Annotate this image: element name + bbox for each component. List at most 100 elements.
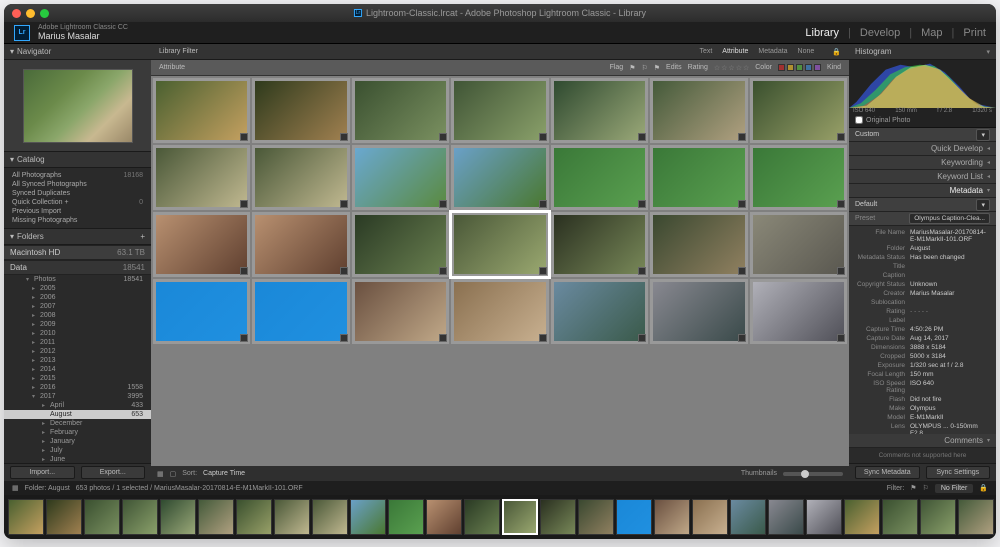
star-icon[interactable]: ☆ xyxy=(728,64,734,72)
star-icon[interactable]: ☆ xyxy=(743,64,749,72)
filmstrip-thumb[interactable] xyxy=(958,499,994,535)
thumbnail-slider[interactable] xyxy=(783,472,843,476)
catalog-row[interactable]: All Synced Photographs xyxy=(4,180,151,189)
catalog-row[interactable]: Missing Photographs xyxy=(4,216,151,225)
grid-cell[interactable] xyxy=(252,78,349,143)
grid-area[interactable] xyxy=(151,76,849,466)
folder-row[interactable]: August653 xyxy=(4,410,151,419)
filmstrip-thumb[interactable] xyxy=(388,499,424,535)
close-icon[interactable] xyxy=(12,9,21,18)
grid-cell[interactable] xyxy=(551,78,648,143)
grid-cell[interactable] xyxy=(352,212,449,277)
import-button[interactable]: Import... xyxy=(10,466,75,479)
filter-metadata[interactable]: Metadata xyxy=(758,48,787,55)
folder-row[interactable]: ▾Photos18541 xyxy=(4,275,151,284)
color-purple[interactable] xyxy=(814,64,821,71)
flag-rejected-icon[interactable]: ⚑ xyxy=(654,64,660,72)
grid-cell[interactable] xyxy=(650,78,747,143)
grid-cell[interactable] xyxy=(252,212,349,277)
module-develop[interactable]: Develop xyxy=(860,27,900,39)
grid-cell[interactable] xyxy=(252,145,349,210)
grid-cell[interactable] xyxy=(352,279,449,344)
color-blue[interactable] xyxy=(805,64,812,71)
grid-cell[interactable] xyxy=(451,279,548,344)
keyword-list-head[interactable]: Keyword List◂ xyxy=(849,170,996,184)
filmstrip-thumb[interactable] xyxy=(46,499,82,535)
folder-row[interactable]: ▸2009 xyxy=(4,320,151,329)
filmstrip-thumb[interactable] xyxy=(464,499,500,535)
grid-cell[interactable] xyxy=(252,279,349,344)
grid-cell[interactable] xyxy=(750,279,847,344)
module-print[interactable]: Print xyxy=(963,27,986,39)
maximize-icon[interactable] xyxy=(40,9,49,18)
metadata-preset-row[interactable]: PresetOlympus Caption-Clea... xyxy=(849,212,996,226)
catalog-row[interactable]: Synced Duplicates xyxy=(4,189,151,198)
grid-cell[interactable] xyxy=(650,145,747,210)
filmstrip[interactable] xyxy=(4,495,996,539)
grid-cell[interactable] xyxy=(153,212,250,277)
no-filter-chip[interactable]: No Filter xyxy=(935,484,973,493)
export-button[interactable]: Export... xyxy=(81,466,146,479)
grid-cell[interactable] xyxy=(153,145,250,210)
grid-cell[interactable] xyxy=(750,145,847,210)
navigator-preview[interactable] xyxy=(4,60,151,152)
catalog-row[interactable]: Previous Import xyxy=(4,207,151,216)
star-icon[interactable]: ☆ xyxy=(721,64,727,72)
filter-text[interactable]: Text xyxy=(699,48,712,55)
color-green[interactable] xyxy=(796,64,803,71)
folder-row[interactable]: ▸2010 xyxy=(4,329,151,338)
grid-cell[interactable] xyxy=(451,212,548,277)
flag-unflagged-icon[interactable]: ⚐ xyxy=(641,64,647,72)
star-icon[interactable]: ☆ xyxy=(714,64,720,72)
filmstrip-thumb[interactable] xyxy=(920,499,956,535)
folder-row[interactable]: ▸January xyxy=(4,437,151,446)
metadata-head[interactable]: Metadata▾ xyxy=(849,184,996,198)
filmstrip-thumb[interactable] xyxy=(768,499,804,535)
filmstrip-thumb[interactable] xyxy=(844,499,880,535)
filter-lock-icon[interactable]: 🔒 xyxy=(979,484,988,492)
folder-row[interactable]: ▸2013 xyxy=(4,356,151,365)
filmstrip-thumb[interactable] xyxy=(654,499,690,535)
drive-row[interactable]: Macintosh HD63.1 TB xyxy=(4,245,151,260)
filmstrip-thumb[interactable] xyxy=(198,499,234,535)
grid-cell[interactable] xyxy=(750,212,847,277)
filmstrip-thumb[interactable] xyxy=(8,499,44,535)
flag-filter-icon[interactable]: ⚐ xyxy=(923,484,929,492)
filmstrip-thumb[interactable] xyxy=(122,499,158,535)
filmstrip-thumb[interactable] xyxy=(692,499,728,535)
minimize-icon[interactable] xyxy=(26,9,35,18)
navigator-head[interactable]: ▾ Navigator xyxy=(4,44,151,60)
original-photo-checkbox[interactable] xyxy=(855,116,863,124)
sync-settings-button[interactable]: Sync Settings xyxy=(926,466,991,479)
grid-cell[interactable] xyxy=(650,212,747,277)
metadata-default-row[interactable]: Default▾ xyxy=(849,198,996,212)
catalog-row[interactable]: Quick Collection +0 xyxy=(4,198,151,207)
filmstrip-thumb[interactable] xyxy=(502,499,538,535)
grid-cell[interactable] xyxy=(451,78,548,143)
filmstrip-thumb[interactable] xyxy=(350,499,386,535)
module-library[interactable]: Library xyxy=(805,27,839,39)
sync-metadata-button[interactable]: Sync Metadata xyxy=(855,466,920,479)
folder-row[interactable]: ▸2012 xyxy=(4,347,151,356)
folder-row[interactable]: ▾20173995 xyxy=(4,392,151,401)
grid-cell[interactable] xyxy=(153,78,250,143)
folder-row[interactable]: ▸2007 xyxy=(4,302,151,311)
filmstrip-thumb[interactable] xyxy=(236,499,272,535)
filmstrip-thumb[interactable] xyxy=(160,499,196,535)
catalog-row[interactable]: All Photographs18168 xyxy=(4,171,151,180)
filmstrip-thumb[interactable] xyxy=(882,499,918,535)
filmstrip-thumb[interactable] xyxy=(730,499,766,535)
data-drive-row[interactable]: Data18541 xyxy=(4,260,151,275)
grid-cell[interactable] xyxy=(352,145,449,210)
filmstrip-thumb[interactable] xyxy=(312,499,348,535)
folder-row[interactable]: ▸2015 xyxy=(4,374,151,383)
folder-row[interactable]: ▸2011 xyxy=(4,338,151,347)
folder-row[interactable]: ▸2008 xyxy=(4,311,151,320)
quick-develop-head[interactable]: Quick Develop◂ xyxy=(849,142,996,156)
folder-row[interactable]: ▸April433 xyxy=(4,401,151,410)
flag-picked-icon[interactable]: ⚑ xyxy=(629,64,635,72)
grid-cell[interactable] xyxy=(352,78,449,143)
lock-icon[interactable]: 🔒 xyxy=(832,48,841,56)
custom-preset-row[interactable]: Custom▾ xyxy=(849,128,996,142)
color-red[interactable] xyxy=(778,64,785,71)
